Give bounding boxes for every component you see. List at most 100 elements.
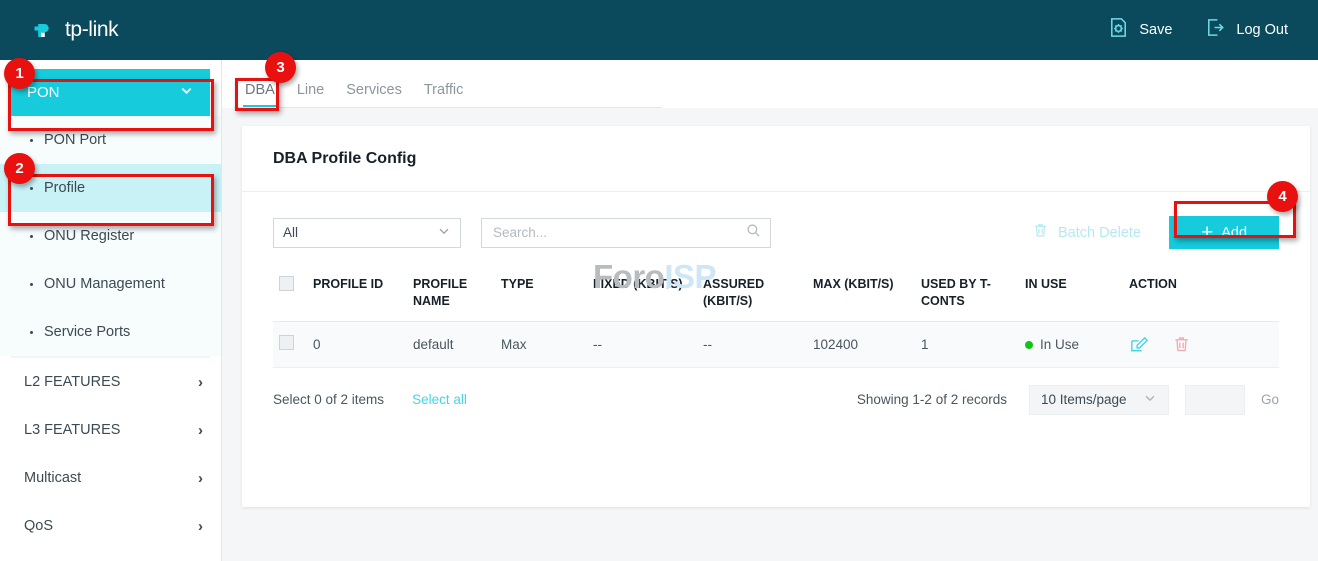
edit-pencil-icon[interactable]: [1129, 335, 1148, 354]
sidebar-section-l2-features[interactable]: L2 FEATURES ›: [0, 358, 221, 406]
brand-logo: tp-link: [32, 17, 118, 43]
select-all-link[interactable]: Select all: [412, 392, 467, 407]
items-per-page-value: 10 Items/page: [1041, 392, 1127, 407]
items-per-page-select[interactable]: 10 Items/page: [1029, 385, 1169, 415]
logout-button[interactable]: Log Out: [1204, 16, 1288, 44]
chevron-right-icon: ›: [198, 518, 203, 535]
sidebar-group-label: PON: [27, 84, 60, 101]
tp-link-logo-icon: [32, 17, 58, 43]
annotation-badge-3: 3: [265, 52, 296, 83]
column-profile-name: PROFILE NAME: [407, 267, 495, 321]
sidebar-section-qos[interactable]: QoS ›: [0, 502, 221, 550]
bullet-icon: [30, 139, 33, 142]
annotation-badge-4: 4: [1267, 181, 1298, 212]
trash-icon: [1032, 222, 1049, 243]
column-in-use: IN USE: [1019, 267, 1123, 321]
column-profile-id: PROFILE ID: [307, 267, 407, 321]
toolbar-actions: Batch Delete + Add: [1032, 216, 1279, 249]
sidebar-item-label: Service Ports: [44, 324, 130, 340]
row-checkbox[interactable]: [279, 335, 294, 350]
chevron-down-icon: [179, 83, 194, 102]
table-toolbar: All: [242, 192, 1310, 249]
save-label: Save: [1139, 22, 1172, 38]
sidebar-section-multicast[interactable]: Multicast ›: [0, 454, 221, 502]
cell-assured: --: [697, 321, 807, 367]
tab-underline: [234, 107, 662, 108]
cell-in-use: In Use: [1019, 321, 1123, 367]
filter-select[interactable]: All: [273, 218, 461, 248]
add-button[interactable]: + Add: [1169, 216, 1279, 249]
batch-delete-label: Batch Delete: [1058, 225, 1141, 241]
chevron-right-icon: ›: [198, 422, 203, 439]
table-header-row: PROFILE ID PROFILE NAME TYPE FIXED (KBIT…: [273, 267, 1279, 321]
cell-fixed: --: [587, 321, 697, 367]
pagination: Showing 1-2 of 2 records 10 Items/page G…: [857, 385, 1279, 415]
search-box[interactable]: [481, 218, 771, 248]
column-max: MAX (KBIT/S): [807, 267, 915, 321]
status-dot-icon: [1025, 341, 1033, 349]
sidebar-item-label: Profile: [44, 180, 85, 196]
tab-services[interactable]: Services: [335, 82, 413, 108]
bullet-icon: [30, 283, 33, 286]
sidebar-item-service-ports[interactable]: Service Ports: [0, 308, 221, 356]
cell-profile-id: 0: [307, 321, 407, 367]
sidebar-section-l3-features[interactable]: L3 FEATURES ›: [0, 406, 221, 454]
tab-bar: DBA Line Services Traffic: [222, 60, 1318, 108]
showing-records-label: Showing 1-2 of 2 records: [857, 392, 1007, 407]
chevron-down-icon: [1143, 391, 1157, 408]
logout-label: Log Out: [1236, 22, 1288, 38]
save-gear-document-icon: [1107, 16, 1130, 44]
tab-dba[interactable]: DBA: [234, 82, 286, 108]
sidebar-item-onu-register[interactable]: ONU Register: [0, 212, 221, 260]
cell-used-by-tconts: 1: [915, 321, 1019, 367]
column-used-by-tconts: USED BY T-CONTS: [915, 267, 1019, 321]
table-footer: Select 0 of 2 items Select all Showing 1…: [242, 368, 1310, 415]
dba-profile-table: PROFILE ID PROFILE NAME TYPE FIXED (KBIT…: [273, 267, 1279, 368]
chevron-right-icon: ›: [198, 374, 203, 391]
bullet-icon: [30, 235, 33, 238]
cell-action: [1123, 321, 1279, 367]
batch-delete-button[interactable]: Batch Delete: [1032, 222, 1141, 243]
logout-arrow-icon: [1204, 16, 1227, 44]
column-assured: ASSURED (KBIT/S): [697, 267, 807, 321]
page-title: DBA Profile Config: [242, 126, 1310, 168]
page-number-input[interactable]: [1185, 385, 1245, 415]
sidebar-item-label: PON Port: [44, 132, 106, 148]
sidebar-item-onu-management[interactable]: ONU Management: [0, 260, 221, 308]
tab-traffic[interactable]: Traffic: [413, 82, 474, 108]
top-bar: tp-link Save Log Out: [0, 0, 1318, 60]
cell-max: 102400: [807, 321, 915, 367]
select-count-label: Select 0 of 2 items: [273, 392, 384, 407]
search-input[interactable]: [491, 224, 746, 241]
bullet-icon: [30, 187, 33, 190]
topbar-actions: Save Log Out: [1075, 16, 1288, 44]
dba-profile-card: DBA Profile Config All: [242, 126, 1310, 507]
column-action: ACTION: [1123, 267, 1279, 321]
sidebar-item-label: ONU Register: [44, 228, 134, 244]
cell-profile-name: default: [407, 321, 495, 367]
save-button[interactable]: Save: [1107, 16, 1172, 44]
chevron-down-icon: [437, 224, 451, 241]
plus-icon: +: [1201, 222, 1213, 243]
search-icon[interactable]: [746, 223, 761, 243]
status-badge: In Use: [1040, 337, 1079, 352]
bullet-icon: [30, 331, 33, 334]
sidebar-section-label: QoS: [24, 518, 53, 534]
sidebar-item-label: ONU Management: [44, 276, 165, 292]
select-all-checkbox[interactable]: [279, 276, 294, 291]
table-row[interactable]: 0 default Max -- -- 102400 1 In Use: [273, 321, 1279, 367]
tab-line[interactable]: Line: [286, 82, 335, 108]
filter-select-value: All: [283, 225, 298, 240]
column-fixed: FIXED (KBIT/S): [587, 267, 697, 321]
sidebar-item-pon-port[interactable]: PON Port: [0, 116, 221, 164]
chevron-right-icon: ›: [198, 470, 203, 487]
cell-type: Max: [495, 321, 587, 367]
column-type: TYPE: [495, 267, 587, 321]
content-area: DBA Line Services Traffic DBA Profile Co…: [222, 60, 1318, 561]
sidebar: PON PON Port Profile ONU Register ONU Ma…: [0, 60, 222, 561]
sidebar-group-pon[interactable]: PON: [11, 69, 210, 116]
trash-icon[interactable]: [1172, 335, 1191, 354]
add-label: Add: [1221, 225, 1247, 241]
sidebar-section-label: L3 FEATURES: [24, 422, 120, 438]
go-button[interactable]: Go: [1261, 392, 1279, 407]
